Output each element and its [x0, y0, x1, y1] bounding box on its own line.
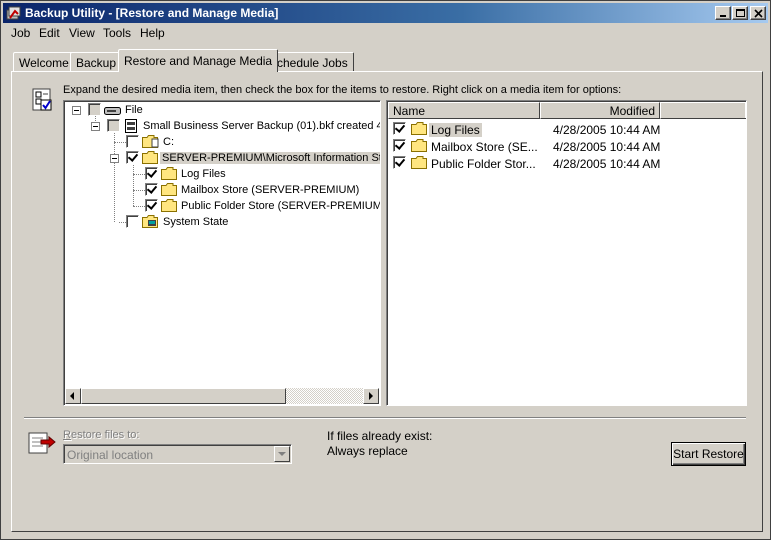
- tree-label: Public Folder Store (SERVER-PREMIUM): [181, 200, 381, 212]
- row-name: Mailbox Store (SE...: [431, 140, 538, 154]
- tree-label: C:: [163, 136, 174, 148]
- file-media-icon: [104, 107, 121, 115]
- folder-icon: [411, 156, 427, 169]
- scroll-track[interactable]: [286, 388, 363, 404]
- column-header-name[interactable]: Name: [388, 102, 540, 119]
- column-header-modified[interactable]: Modified: [540, 102, 660, 119]
- arrow-right-icon: [369, 392, 373, 400]
- list-header: Name Modified: [388, 102, 746, 119]
- menu-tools[interactable]: Tools: [103, 26, 131, 40]
- window-title: Backup Utility - [Restore and Manage Med…: [25, 6, 279, 20]
- tree-item-drive-c[interactable]: C:: [64, 134, 364, 150]
- tab-welcome[interactable]: Welcome: [13, 52, 75, 72]
- scroll-thumb[interactable]: [81, 388, 286, 404]
- folder-icon: [142, 151, 158, 164]
- row-modified: 4/28/2005 10:44 AM: [553, 140, 661, 154]
- dropdown-button[interactable]: [274, 446, 290, 462]
- collapse-icon[interactable]: [110, 154, 119, 163]
- scroll-right-button[interactable]: [363, 388, 379, 404]
- tree-label: Log Files: [181, 168, 226, 180]
- restore-files-to-label: Restore files to:: [63, 429, 139, 441]
- mailbox-store-checkbox[interactable]: [145, 183, 158, 196]
- collapse-icon[interactable]: [91, 122, 100, 131]
- restore-location-value: Original location: [67, 448, 154, 462]
- folder-icon: [411, 122, 427, 135]
- tree-item-server-store[interactable]: SERVER-PREMIUM\Microsoft Information Sto: [64, 150, 380, 166]
- close-icon: [754, 9, 763, 18]
- tree-item-system-state[interactable]: System State: [64, 214, 364, 230]
- tree-label: File: [125, 104, 143, 116]
- folder-icon: [161, 167, 177, 180]
- minimize-icon: [720, 15, 726, 17]
- tree-label: Small Business Server Backup (01).bkf cr…: [143, 120, 381, 132]
- backup-set-checkbox[interactable]: [107, 119, 120, 132]
- drive-c-checkbox[interactable]: [126, 135, 139, 148]
- restore-location-select[interactable]: Original location: [63, 444, 292, 464]
- media-tree-view[interactable]: File Small Business Server Backup (01).b…: [63, 100, 381, 406]
- system-state-checkbox[interactable]: [126, 215, 139, 228]
- backup-app-icon: [6, 6, 21, 20]
- menu-view[interactable]: View: [69, 26, 95, 40]
- row-name: Log Files: [429, 123, 482, 137]
- existing-files-label: If files already exist:: [327, 429, 433, 443]
- tree-item-backup-set[interactable]: Small Business Server Backup (01).bkf cr…: [64, 118, 381, 134]
- chevron-down-icon: [278, 452, 286, 456]
- row-checkbox[interactable]: [393, 139, 406, 152]
- row-modified: 4/28/2005 10:44 AM: [553, 157, 661, 171]
- checklist-icon: [32, 88, 52, 111]
- media-list-view[interactable]: Name Modified Log Files 4/28/2005 10:44 …: [386, 100, 747, 406]
- row-checkbox[interactable]: [393, 156, 406, 169]
- backup-utility-window: Backup Utility - [Restore and Manage Med…: [0, 0, 771, 540]
- start-restore-button[interactable]: Start Restore: [671, 442, 746, 466]
- maximize-button[interactable]: [732, 6, 748, 20]
- tree-label: Mailbox Store (SERVER-PREMIUM): [181, 184, 360, 196]
- folder-icon: [142, 135, 159, 148]
- maximize-icon: [736, 9, 745, 17]
- server-store-checkbox[interactable]: [126, 151, 139, 164]
- column-header-empty: [660, 102, 746, 119]
- title-bar[interactable]: Backup Utility - [Restore and Manage Med…: [3, 3, 768, 23]
- section-divider: [24, 417, 746, 419]
- row-checkbox[interactable]: [393, 122, 406, 135]
- tree-item-mailbox-store[interactable]: Mailbox Store (SERVER-PREMIUM): [64, 182, 380, 198]
- collapse-icon[interactable]: [72, 106, 81, 115]
- restore-label-mnemonic: R: [63, 429, 71, 441]
- tab-restore-manage-media[interactable]: Restore and Manage Media: [118, 49, 279, 72]
- public-folder-checkbox[interactable]: [145, 199, 158, 212]
- folder-icon: [411, 139, 427, 152]
- list-row[interactable]: Mailbox Store (SE... 4/28/2005 10:44 AM: [391, 138, 741, 154]
- tree-item-file[interactable]: File: [64, 102, 364, 118]
- backup-file-icon: [125, 119, 137, 133]
- restore-label-rest: estore files to:: [70, 429, 140, 441]
- menu-bar: Job Edit View Tools Help: [3, 24, 768, 42]
- row-name: Public Folder Stor...: [431, 157, 536, 171]
- minimize-button[interactable]: [715, 6, 731, 20]
- scroll-left-button[interactable]: [65, 388, 81, 404]
- tree-horizontal-scrollbar[interactable]: [65, 388, 379, 404]
- menu-edit[interactable]: Edit: [39, 26, 60, 40]
- log-files-checkbox[interactable]: [145, 167, 158, 180]
- file-checkbox[interactable]: [88, 103, 101, 116]
- tree-item-public-folder-store[interactable]: Public Folder Store (SERVER-PREMIUM): [64, 198, 381, 214]
- close-button[interactable]: [750, 6, 766, 20]
- folder-icon: [161, 199, 177, 212]
- tab-backup[interactable]: Backup: [70, 52, 123, 72]
- instruction-text: Expand the desired media item, then chec…: [63, 84, 622, 96]
- restore-destination-icon: [28, 432, 56, 454]
- menu-job[interactable]: Job: [11, 26, 30, 40]
- row-modified: 4/28/2005 10:44 AM: [553, 123, 661, 137]
- tree-item-log-files[interactable]: Log Files: [64, 166, 364, 182]
- existing-files-value: Always replace: [327, 444, 408, 458]
- arrow-left-icon: [70, 392, 74, 400]
- list-row[interactable]: Log Files 4/28/2005 10:44 AM: [391, 121, 741, 137]
- list-row[interactable]: Public Folder Stor... 4/28/2005 10:44 AM: [391, 155, 741, 171]
- menu-help[interactable]: Help: [140, 26, 165, 40]
- tree-label: System State: [163, 216, 229, 228]
- tree-label: SERVER-PREMIUM\Microsoft Information Sto: [160, 152, 380, 164]
- folder-icon: [161, 183, 177, 196]
- system-state-icon: [142, 215, 158, 228]
